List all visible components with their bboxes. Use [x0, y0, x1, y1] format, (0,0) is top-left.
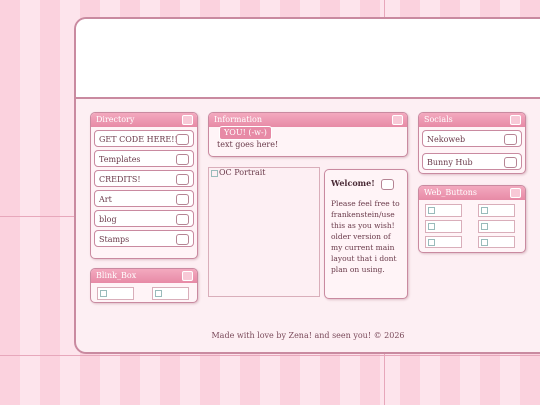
directory-item-art[interactable]: Art	[94, 190, 194, 207]
directory-item-stamps[interactable]: Stamps	[94, 230, 194, 247]
checkbox-icon[interactable]	[380, 178, 394, 190]
socials-panel: Socials Nekoweb Bunny Hub	[418, 112, 526, 174]
web-button-image[interactable]	[478, 220, 515, 233]
directory-panel: Directory GET CODE HERE!!!!! Templates C…	[90, 112, 198, 259]
minimize-icon[interactable]	[510, 115, 521, 125]
checkbox-icon	[176, 214, 189, 225]
socials-header: Socials	[419, 113, 525, 127]
background-line	[0, 216, 74, 217]
footer-text: Made with love by Zena! and seen you! © …	[211, 331, 405, 340]
checkbox-icon	[176, 174, 189, 185]
checkbox-icon	[504, 157, 517, 168]
web-button-image[interactable]	[425, 204, 462, 217]
broken-image-icon	[211, 170, 218, 177]
welcome-text: Please feel free to frankenstein/use thi…	[331, 198, 400, 274]
blink-box-panel: Blink_Box	[90, 268, 198, 303]
blinkie-image	[97, 287, 134, 300]
directory-item-blog[interactable]: blog	[94, 210, 194, 227]
socials-item-bunny-hub[interactable]: Bunny Hub	[422, 153, 522, 170]
information-badge: YOU! (-w-)	[219, 126, 272, 140]
web-buttons-title: Web_Buttons	[424, 188, 477, 197]
oc-portrait-image: OC Portrait	[208, 167, 320, 297]
directory-title: Directory	[96, 115, 135, 124]
oc-portrait-alt-text: OC Portrait	[219, 168, 266, 177]
directory-item-get-code[interactable]: GET CODE HERE!!!!!	[94, 130, 194, 147]
checkbox-icon	[176, 154, 189, 165]
directory-header: Directory	[91, 113, 197, 127]
minimize-icon[interactable]	[182, 115, 193, 125]
web-buttons-panel: Web_Buttons	[418, 185, 526, 253]
web-button-image[interactable]	[478, 204, 515, 217]
information-text: text goes here!	[217, 140, 279, 149]
directory-item-templates[interactable]: Templates	[94, 150, 194, 167]
welcome-title: Welcome!	[331, 178, 401, 190]
directory-item-credits[interactable]: CREDITS!	[94, 170, 194, 187]
information-title: Information	[214, 115, 263, 124]
web-button-image[interactable]	[425, 236, 462, 248]
minimize-icon[interactable]	[392, 115, 403, 125]
socials-title: Socials	[424, 115, 453, 124]
checkbox-icon	[176, 234, 189, 245]
web-button-image[interactable]	[425, 220, 462, 233]
background-line	[0, 355, 540, 356]
checkbox-icon	[176, 194, 189, 205]
header-banner	[76, 19, 540, 99]
welcome-panel: Welcome! Please feel free to frankenstei…	[324, 169, 408, 299]
main-frame: Directory GET CODE HERE!!!!! Templates C…	[74, 17, 540, 354]
minimize-icon[interactable]	[182, 271, 193, 281]
web-buttons-header: Web_Buttons	[419, 186, 525, 200]
information-header: Information	[209, 113, 407, 127]
minimize-icon[interactable]	[510, 188, 521, 198]
web-button-image[interactable]	[478, 236, 515, 248]
checkbox-icon	[176, 134, 189, 145]
blink-box-header: Blink_Box	[91, 269, 197, 283]
blink-box-title: Blink_Box	[96, 271, 137, 280]
blinkie-image	[152, 287, 189, 300]
information-panel: Information YOU! (-w-) text goes here!	[208, 112, 408, 157]
socials-item-nekoweb[interactable]: Nekoweb	[422, 130, 522, 147]
checkbox-icon	[504, 134, 517, 145]
